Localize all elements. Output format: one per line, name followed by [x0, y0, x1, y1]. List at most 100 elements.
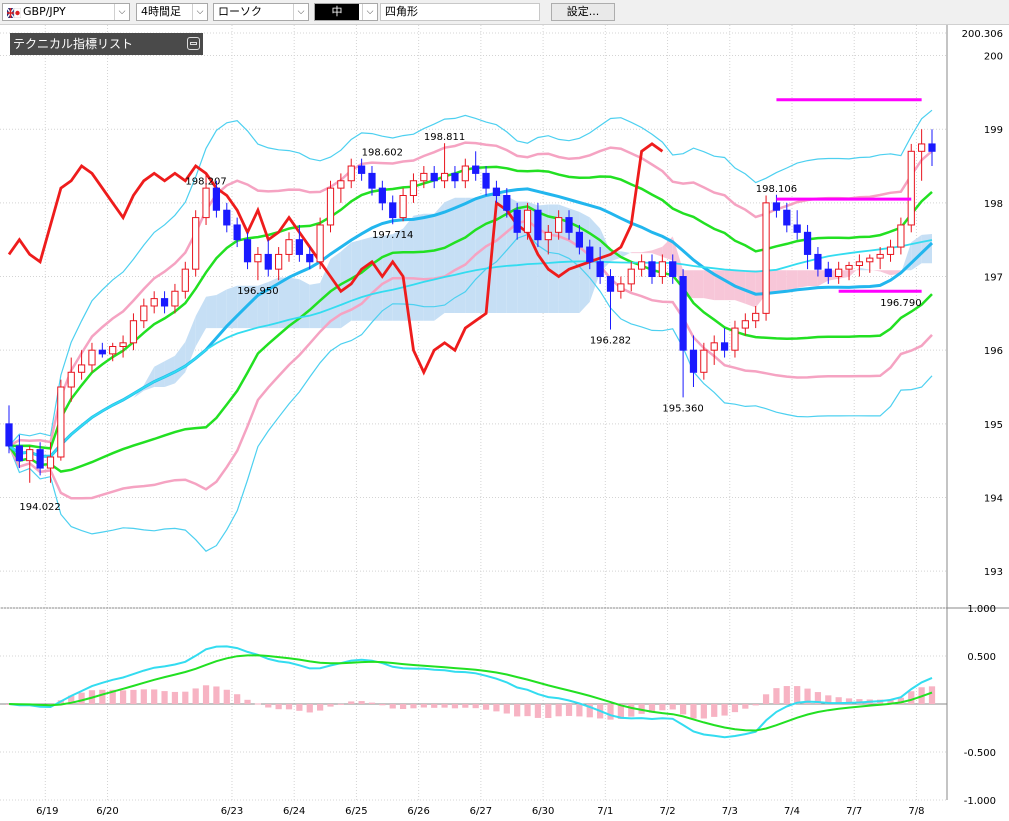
macd-histogram-bar [151, 689, 158, 704]
candle-body [689, 349, 698, 373]
line-width-select[interactable]: 中 ⌵ [314, 3, 378, 21]
date-tick-label: 7/7 [846, 806, 862, 817]
candle-body [77, 364, 86, 373]
candle-body [212, 187, 221, 211]
cloud-segment [299, 279, 310, 329]
candle-body [129, 320, 138, 344]
macd-histogram-bar [524, 704, 531, 717]
macd-histogram-bar [317, 704, 324, 711]
candle-body [513, 209, 521, 233]
price-tick-label: 195 [984, 420, 1003, 431]
price-annotation: 196.282 [590, 335, 631, 346]
date-tick-label: 6/23 [221, 806, 243, 817]
macd-histogram-bar [244, 699, 251, 704]
candle-body [223, 209, 231, 226]
macd-histogram-bar [327, 704, 334, 707]
price-annotation: 195.360 [662, 403, 703, 414]
candle-body [845, 264, 853, 270]
price-annotation: 196.950 [237, 286, 278, 297]
macd-histogram-bar [296, 704, 303, 711]
candle-body [731, 327, 739, 351]
candle-body [98, 349, 106, 355]
indicator-list-panel[interactable]: テクニカル指標リスト [10, 33, 203, 55]
macd-histogram-bar [565, 704, 573, 716]
cloud-segment [216, 289, 227, 329]
candle-body [907, 150, 915, 226]
candle-body [57, 386, 65, 458]
date-tick-label: 6/27 [470, 806, 492, 817]
macd-histogram-bar [337, 703, 344, 705]
macd-histogram-bar [182, 691, 189, 704]
macd-histogram-bar [358, 701, 365, 704]
symbol-select[interactable]: GBP/JPY ⌵ [2, 3, 130, 21]
chart-type-select[interactable]: ローソク ⌵ [213, 3, 309, 21]
cloud-segment [693, 270, 704, 299]
toggle-panel-icon[interactable] [187, 37, 200, 50]
timeframe-select[interactable]: 4時間足 ⌵ [136, 3, 208, 21]
macd-histogram-bar [762, 694, 770, 704]
macd-histogram-bar [285, 704, 293, 710]
chevron-down-icon[interactable]: ⌵ [192, 4, 207, 20]
macd-histogram-bar [576, 704, 583, 717]
price-annotation: 196.790 [880, 298, 921, 309]
candle-body [814, 253, 822, 270]
macd-histogram-bar [472, 704, 479, 709]
candle-body [762, 202, 770, 314]
candle-body [181, 268, 189, 292]
macd-histogram-bar [555, 704, 562, 717]
chart-area[interactable]: 194.022 198.207 196.950 198.602 197.714 198.8… [0, 25, 1009, 821]
candle-body [855, 261, 864, 266]
drawing-shape-field[interactable]: 四角形 [380, 3, 540, 21]
cloud-segment [786, 270, 798, 292]
price-annotation: 198.811 [424, 132, 465, 143]
macd-histogram-bar [794, 686, 801, 704]
cloud-segment [361, 236, 372, 321]
indicator-list-title: テクニカル指標リスト [13, 37, 134, 51]
candle-body [347, 165, 355, 182]
candle-body [295, 239, 303, 255]
candle-body [783, 209, 791, 226]
candle-body [482, 172, 490, 189]
candle-body [306, 253, 314, 263]
date-tick-label: 7/4 [784, 806, 800, 817]
macd-histogram-bar [545, 704, 552, 718]
date-tick-label: 7/3 [722, 806, 738, 817]
candle-body [824, 268, 832, 278]
candle-body [720, 342, 729, 351]
candle-body [492, 187, 501, 196]
macd-histogram-bar [690, 704, 697, 719]
candle-body [389, 202, 397, 219]
macd-histogram-bar [119, 690, 127, 704]
settings-button[interactable]: 設定... [551, 3, 615, 21]
candle-body [928, 143, 936, 152]
macd-histogram-bar [462, 704, 469, 708]
candle-body [565, 217, 573, 233]
candle-body [472, 165, 480, 174]
macd-tick-label: 1.000 [967, 604, 996, 615]
candle-body [866, 257, 874, 263]
chevron-down-icon[interactable]: ⌵ [362, 4, 377, 20]
candle-body [202, 187, 210, 219]
macd-histogram-bar [223, 689, 230, 704]
macd-histogram-bar [140, 689, 147, 704]
candle-body [575, 231, 584, 248]
candle-body [409, 180, 418, 196]
chevron-down-icon[interactable]: ⌵ [114, 4, 129, 20]
cloud-segment [444, 197, 455, 313]
macd-histogram-bar [669, 704, 676, 710]
date-tick-label: 6/26 [407, 806, 429, 817]
macd-histogram-bar [482, 704, 490, 710]
candle-body [461, 165, 469, 182]
macd-histogram-bar [420, 704, 427, 708]
chevron-down-icon[interactable]: ⌵ [293, 4, 308, 20]
macd-histogram-bar [441, 704, 448, 708]
candle-body [285, 239, 293, 255]
candle-body [171, 290, 179, 307]
price-tick-label: 200.306 [962, 29, 1003, 40]
price-tick-label: 200 [984, 52, 1003, 63]
macd-histogram-bar [628, 704, 635, 717]
candle-body [275, 253, 283, 270]
macd-tick-label: -1.000 [964, 796, 996, 807]
candle-body [897, 224, 905, 248]
date-tick-label: 6/30 [532, 806, 554, 817]
